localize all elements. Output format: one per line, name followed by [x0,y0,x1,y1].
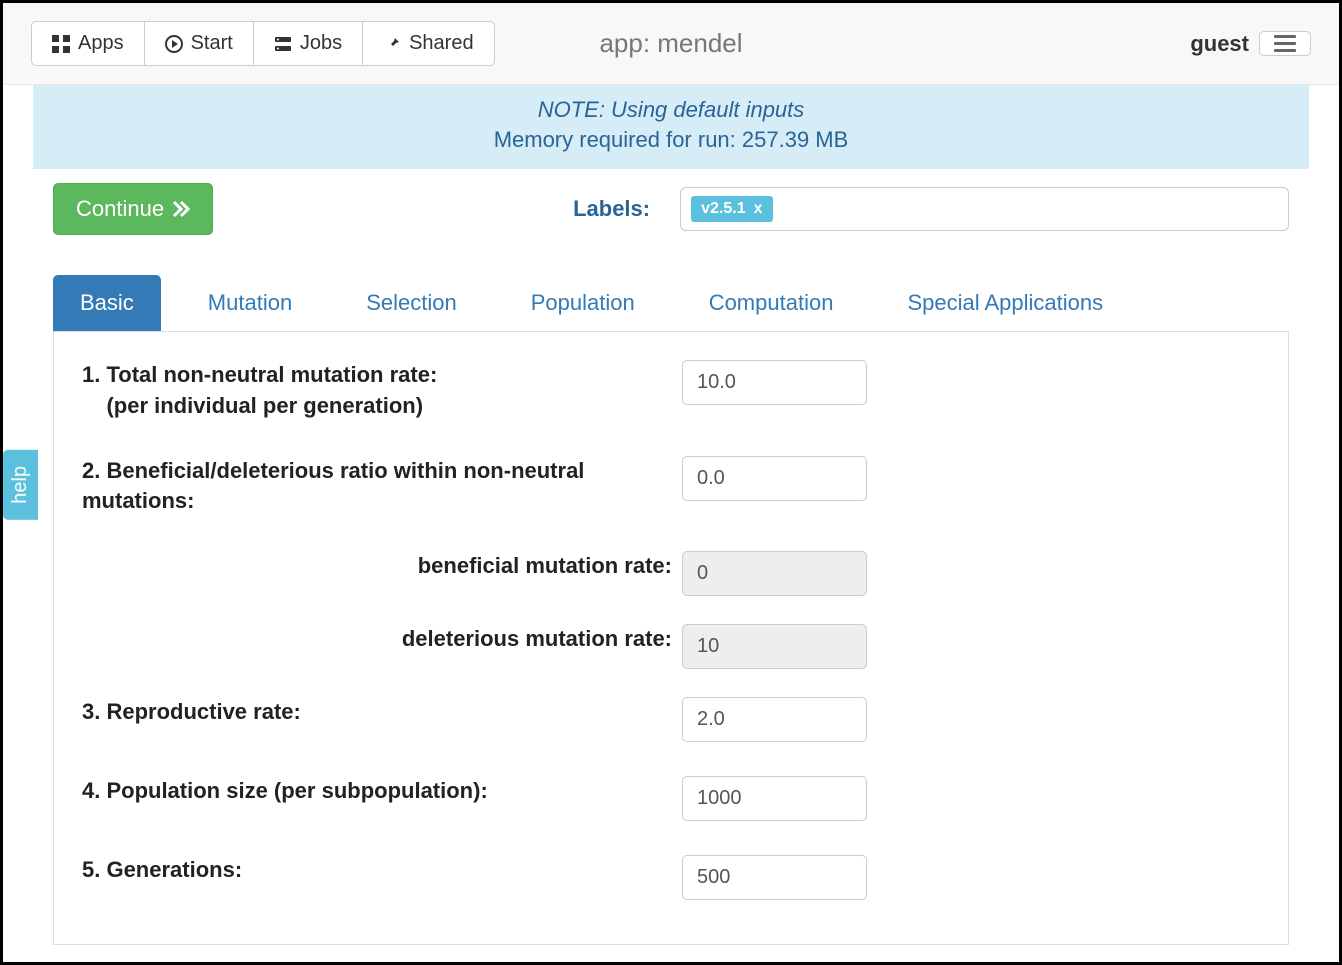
app-title: app: mendel [599,28,742,59]
input-population-size[interactable] [682,776,867,821]
nav-right: guest [1190,31,1311,57]
input-mutation-rate[interactable] [682,360,867,405]
note-banner: NOTE: Using default inputs Memory requir… [33,85,1309,169]
grid-icon [52,35,70,53]
tab-bar: Basic Mutation Selection Population Comp… [53,275,1289,332]
tag-remove[interactable]: x [754,200,763,218]
label-mutation-rate: 1. Total non-neutral mutation rate: (per… [82,360,682,422]
label-ratio: 2. Beneficial/deleterious ratio within n… [82,456,682,518]
tab-mutation[interactable]: Mutation [181,275,319,331]
nav-button-group: Apps Start Jobs Shared [31,21,495,66]
tag-text: v2.5.1 [701,200,745,218]
tab-population[interactable]: Population [504,275,662,331]
tab-computation[interactable]: Computation [682,275,861,331]
label-beneficial-rate: beneficial mutation rate: [82,551,682,582]
labels-input[interactable]: v2.5.1 x [680,187,1289,231]
tab-selection[interactable]: Selection [339,275,484,331]
tab-special[interactable]: Special Applications [880,275,1130,331]
menu-button[interactable] [1259,31,1311,56]
start-button[interactable]: Start [144,21,254,66]
shared-button[interactable]: Shared [362,21,495,66]
guest-label: guest [1190,31,1249,57]
label-reproductive-rate: 3. Reproductive rate: [82,697,682,728]
start-label: Start [191,32,233,55]
jobs-button[interactable]: Jobs [253,21,363,66]
input-reproductive-rate[interactable] [682,697,867,742]
label-deleterious-rate: deleterious mutation rate: [82,624,682,655]
row-beneficial-rate: beneficial mutation rate: [82,551,1260,596]
row-reproductive-rate: 3. Reproductive rate: [82,697,1260,742]
server-icon [274,35,292,53]
note-line-1: NOTE: Using default inputs [33,97,1309,123]
tab-panel-basic: 1. Total non-neutral mutation rate: (per… [53,332,1289,945]
forward-icon [172,200,190,218]
label-population-size: 4. Population size (per subpopulation): [82,776,682,807]
version-tag: v2.5.1 x [691,196,772,222]
content-area: Continue Labels: v2.5.1 x Basic Mutation… [3,169,1339,945]
row-population-size: 4. Population size (per subpopulation): [82,776,1260,821]
jobs-label: Jobs [300,32,342,55]
row-deleterious-rate: deleterious mutation rate: [82,624,1260,669]
input-beneficial-rate [682,551,867,596]
apps-button[interactable]: Apps [31,21,145,66]
row-generations: 5. Generations: [82,855,1260,900]
input-ratio[interactable] [682,456,867,501]
tab-basic[interactable]: Basic [53,275,161,331]
continue-button[interactable]: Continue [53,183,213,235]
hamburger-icon [1274,42,1296,45]
top-navbar: Apps Start Jobs Shared app: mendel guest [3,3,1339,85]
note-line-2: Memory required for run: 257.39 MB [33,127,1309,153]
play-circle-icon [165,35,183,53]
action-row: Continue Labels: v2.5.1 x [53,183,1289,235]
shared-label: Shared [409,32,474,55]
input-generations[interactable] [682,855,867,900]
input-deleterious-rate [682,624,867,669]
row-ratio: 2. Beneficial/deleterious ratio within n… [82,456,1260,518]
continue-label: Continue [76,196,164,222]
apps-label: Apps [78,32,124,55]
help-tab[interactable]: help [3,450,38,520]
row-mutation-rate: 1. Total non-neutral mutation rate: (per… [82,360,1260,422]
labels-label: Labels: [573,196,650,222]
label-generations: 5. Generations: [82,855,682,886]
pin-icon [383,35,401,53]
